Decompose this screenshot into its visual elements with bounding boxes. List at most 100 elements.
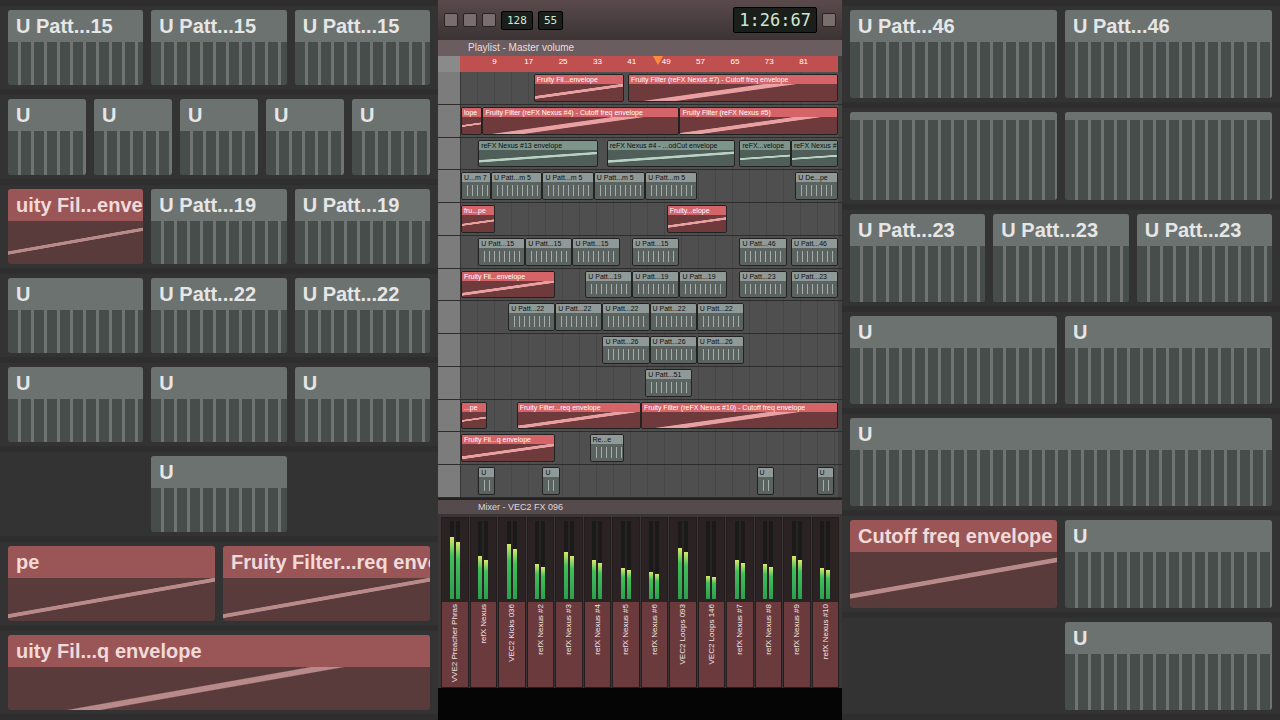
zoom-clip[interactable]: pe bbox=[8, 546, 215, 621]
zoom-clip[interactable]: U bbox=[151, 367, 286, 442]
track-header[interactable] bbox=[438, 301, 461, 333]
tempo-display[interactable]: 128 bbox=[501, 11, 533, 30]
track-lane[interactable]: U Patt...22U Patt...22U Patt...22U Patt.… bbox=[461, 301, 838, 333]
zoom-clip[interactable]: U bbox=[1065, 316, 1272, 404]
zoom-clip[interactable]: U bbox=[850, 418, 1272, 506]
playlist-clip[interactable]: U Patt...22 bbox=[602, 303, 649, 331]
track-lane[interactable]: U...m 7U Patt...m 5U Patt...m 5U Patt...… bbox=[461, 170, 838, 202]
zoom-clip[interactable]: U Patt...23 bbox=[850, 214, 985, 302]
transport-button[interactable] bbox=[482, 13, 496, 27]
playlist-clip[interactable]: U Patt...m 5 bbox=[491, 172, 542, 200]
mixer-channel[interactable]: VEC2 Kicks 036 bbox=[498, 517, 526, 688]
pattern-display[interactable]: 55 bbox=[538, 11, 563, 30]
track-header[interactable] bbox=[438, 72, 461, 104]
playlist-clip[interactable]: U Patt...46 bbox=[739, 238, 786, 266]
playlist-clip[interactable]: U Patt...m 5 bbox=[542, 172, 593, 200]
track-header[interactable] bbox=[438, 236, 461, 268]
playlist-clip[interactable]: U Patt...23 bbox=[791, 271, 838, 299]
track-header[interactable] bbox=[438, 105, 461, 137]
track-lane[interactable]: fru...peFruity...elope bbox=[461, 203, 838, 235]
track-header[interactable] bbox=[438, 432, 461, 464]
track-lane[interactable]: reFX Nexus #13 envelope reFX Nexus #4 - .… bbox=[461, 138, 838, 170]
track-header[interactable] bbox=[438, 334, 461, 366]
zoom-clip[interactable]: U Patt...22 bbox=[295, 278, 430, 353]
playlist-clip[interactable]: U Patt...15 bbox=[525, 238, 572, 266]
zoom-clip[interactable]: U bbox=[94, 99, 172, 174]
playlist-clip[interactable]: U Patt...15 bbox=[632, 238, 679, 266]
playlist-clip[interactable]: U bbox=[757, 467, 774, 495]
playlist-clip[interactable]: U bbox=[478, 467, 495, 495]
playlist-clip[interactable]: Fruity Filter (reFX Nexus #7) - Cutoff f… bbox=[628, 74, 838, 102]
track-lane[interactable]: U Patt...26U Patt...26U Patt...26 bbox=[461, 334, 838, 366]
playlist-clip[interactable]: Fruity Filter (reFX Nexus #10) - Cutoff … bbox=[641, 402, 838, 430]
mixer-channel[interactable]: refX Nexus #7 bbox=[726, 517, 754, 688]
zoom-clip[interactable]: U Patt...15 bbox=[151, 10, 286, 85]
playlist-clip[interactable]: U De...pe bbox=[795, 172, 838, 200]
playlist-clip[interactable]: U Patt...46 bbox=[791, 238, 838, 266]
playlist-clip[interactable]: reFX...velope bbox=[739, 140, 790, 168]
mixer-channel[interactable]: VEC2 Loops 146 bbox=[698, 517, 726, 688]
playlist-clip[interactable]: U bbox=[817, 467, 834, 495]
playlist-clip[interactable]: U Patt...15 bbox=[478, 238, 525, 266]
zoom-clip[interactable] bbox=[8, 456, 143, 531]
playlist-clip[interactable]: U Patt...26 bbox=[650, 336, 697, 364]
playlist-clip[interactable]: U Patt...51 bbox=[645, 369, 692, 397]
transport-button[interactable] bbox=[463, 13, 477, 27]
playlist-clip[interactable]: U Patt...22 bbox=[508, 303, 555, 331]
zoom-clip[interactable]: U bbox=[180, 99, 258, 174]
mixer-channel[interactable]: refX Nexus #4 bbox=[584, 517, 612, 688]
toolbar-button[interactable] bbox=[822, 13, 836, 27]
playlist-clip[interactable]: U Patt...m 5 bbox=[645, 172, 696, 200]
playlist-clip[interactable]: Fruity Filter (reFX Nexus #5) bbox=[679, 107, 838, 135]
mixer-channel[interactable]: refX Nexus #2 bbox=[527, 517, 555, 688]
playlist-clip[interactable]: U Patt...22 bbox=[555, 303, 602, 331]
track-header[interactable] bbox=[438, 170, 461, 202]
playlist-clip[interactable]: Fruity Fil...q envelope bbox=[461, 434, 555, 462]
playlist-clip[interactable]: reFX Nexus #13 envelope bbox=[478, 140, 598, 168]
zoom-clip[interactable] bbox=[850, 112, 1057, 200]
track-header[interactable] bbox=[438, 400, 461, 432]
track-lane[interactable]: U Patt...51 bbox=[461, 367, 838, 399]
zoom-clip[interactable]: U Patt...23 bbox=[993, 214, 1128, 302]
playlist-clip[interactable]: Re...e bbox=[590, 434, 624, 462]
zoom-clip[interactable]: U bbox=[266, 99, 344, 174]
mixer-channel[interactable]: refX Nexus #3 bbox=[555, 517, 583, 688]
playlist-clip[interactable]: ...pe bbox=[461, 402, 487, 430]
playlist-clip[interactable]: U Patt...22 bbox=[650, 303, 697, 331]
zoom-clip[interactable]: uity Fil...envelope bbox=[8, 189, 143, 264]
playlist-clip[interactable]: U...m 7 bbox=[461, 172, 491, 200]
playlist-clip[interactable]: Fruity Fil...envelope bbox=[534, 74, 624, 102]
playlist-clip[interactable]: fru...pe bbox=[461, 205, 495, 233]
mixer-channel[interactable]: refX Nexus bbox=[470, 517, 498, 688]
track-header[interactable] bbox=[438, 203, 461, 235]
zoom-clip[interactable]: U bbox=[295, 367, 430, 442]
zoom-clip[interactable]: U bbox=[8, 99, 86, 174]
playlist-clip[interactable]: lope bbox=[461, 107, 482, 135]
mixer-channel[interactable]: refX Nexus #5 bbox=[612, 517, 640, 688]
playhead-marker[interactable] bbox=[653, 56, 663, 65]
track-lane[interactable]: Fruity Fil...envelopeFruity Filter (reFX… bbox=[461, 72, 838, 104]
zoom-clip[interactable]: U bbox=[1065, 520, 1272, 608]
zoom-clip[interactable]: U bbox=[1065, 622, 1272, 710]
zoom-clip[interactable]: U Patt...19 bbox=[295, 189, 430, 264]
track-lane[interactable]: Fruity Fil...envelopeU Patt...19U Patt..… bbox=[461, 269, 838, 301]
track-header[interactable] bbox=[438, 367, 461, 399]
playlist-clip[interactable]: U Patt...19 bbox=[585, 271, 632, 299]
track-lane[interactable]: UUUU bbox=[461, 465, 838, 497]
zoom-clip[interactable]: U bbox=[850, 316, 1057, 404]
transport-button[interactable] bbox=[444, 13, 458, 27]
track-header[interactable] bbox=[438, 269, 461, 301]
zoom-clip[interactable]: U bbox=[151, 456, 286, 531]
mixer-channel[interactable]: refX Nexus #6 bbox=[641, 517, 669, 688]
playlist-clip[interactable]: U Patt...26 bbox=[697, 336, 744, 364]
playlist-clip[interactable]: Fruity Filter (reFX Nexus #4) - Cutoff f… bbox=[482, 107, 679, 135]
zoom-clip[interactable]: U Patt...46 bbox=[1065, 10, 1272, 98]
zoom-clip[interactable]: Fruity Filter...req envelope bbox=[223, 546, 430, 621]
zoom-clip[interactable]: U Patt...23 bbox=[1137, 214, 1272, 302]
zoom-clip[interactable]: Cutoff freq envelope bbox=[850, 520, 1057, 608]
playlist-clip[interactable]: reFX Nexus #4 - ...odCut envelope bbox=[607, 140, 736, 168]
mixer-channel[interactable]: refX Nexus #8 bbox=[755, 517, 783, 688]
playlist-clip[interactable]: U Patt...19 bbox=[679, 271, 726, 299]
zoom-clip[interactable]: U bbox=[8, 367, 143, 442]
playlist-clip[interactable]: U Patt...26 bbox=[602, 336, 649, 364]
